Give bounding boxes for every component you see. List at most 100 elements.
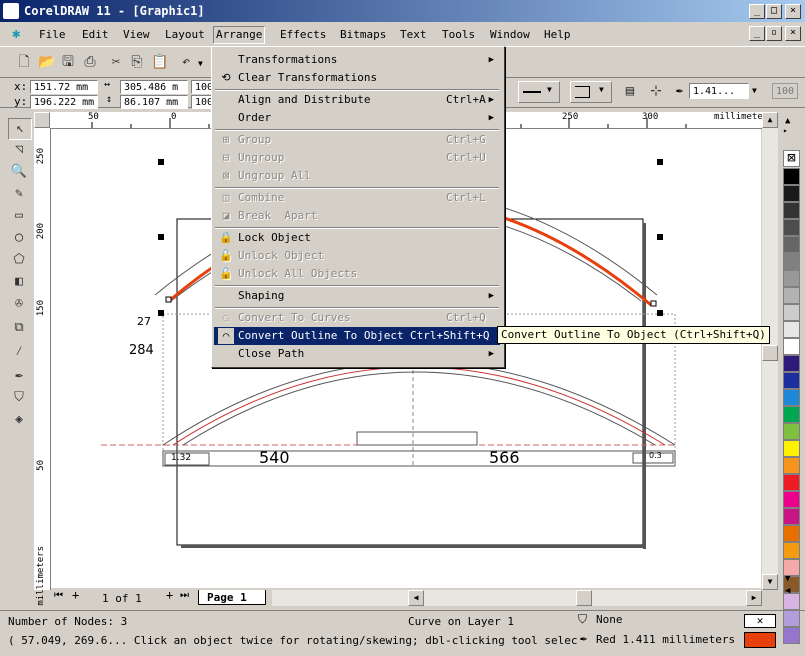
menu-lock-object[interactable]: 🔒 Lock Object <box>214 229 500 247</box>
menu-clear-transformations[interactable]: ⟲ Clear Transformations <box>214 69 500 87</box>
color-swatch[interactable] <box>783 236 800 253</box>
ellipse-tool-icon[interactable]: ◯ <box>8 228 30 248</box>
zoom-field[interactable]: 100 <box>772 83 798 99</box>
scroll-up-icon[interactable]: ▲ <box>762 112 778 128</box>
close-icon[interactable]: × <box>785 4 801 19</box>
scroll-thumb[interactable] <box>762 345 778 361</box>
page-tab[interactable]: Page 1 <box>198 590 266 605</box>
wrap-text-icon[interactable]: ▤ <box>620 81 640 101</box>
palette-menu-icon[interactable]: ▸ <box>783 126 800 138</box>
x-position-field[interactable]: 151.72 mm <box>30 80 98 94</box>
menu-help[interactable]: Help <box>542 27 573 43</box>
color-swatch[interactable] <box>783 253 800 270</box>
menu-layout[interactable]: Layout <box>163 27 207 43</box>
menu-group[interactable]: ⊞ Group Ctrl+G <box>214 131 500 149</box>
color-swatch[interactable] <box>783 185 800 202</box>
pick-tool-icon[interactable]: ↖ <box>8 118 32 140</box>
menu-file[interactable]: File <box>37 27 68 43</box>
color-swatch[interactable] <box>783 457 800 474</box>
horizontal-scrollbar[interactable]: ◀ ▶ <box>272 590 762 606</box>
menu-text[interactable]: Text <box>398 27 429 43</box>
fill-none-swatch[interactable]: ✕ <box>744 614 776 628</box>
ruler-origin[interactable] <box>34 112 50 128</box>
add-page-after-icon[interactable]: + <box>166 588 173 602</box>
fill-tool-icon[interactable]: ⛉ <box>8 388 30 408</box>
save-icon[interactable]: 🖫 <box>58 52 78 72</box>
no-color-swatch[interactable]: ⊠ <box>783 150 800 167</box>
undo-dropdown-icon[interactable]: ▼ <box>198 59 203 68</box>
outline-tool-icon[interactable]: ✒ <box>8 366 30 386</box>
menu-ungroup-all[interactable]: ⊠ Ungroup All <box>214 167 500 185</box>
eyedropper-tool-icon[interactable]: ⁄ <box>8 342 30 362</box>
undo-icon[interactable]: ↶ <box>176 52 196 72</box>
color-swatch[interactable] <box>783 491 800 508</box>
color-swatch[interactable] <box>783 219 800 236</box>
text-tool-icon[interactable]: ✇ <box>8 294 30 314</box>
menu-align-distribute[interactable]: Align and Distribute Ctrl+A ▶ <box>214 91 500 109</box>
freehand-tool-icon[interactable]: ✎ <box>8 184 30 204</box>
menu-effects[interactable]: Effects <box>278 27 328 43</box>
cut-icon[interactable]: ✂ <box>106 52 126 72</box>
doc-minimize-icon[interactable]: _ <box>749 26 765 41</box>
color-swatch[interactable] <box>783 423 800 440</box>
menu-convert-outline-to-object[interactable]: ⌒ Convert Outline To Object Ctrl+Shift+Q <box>214 327 500 345</box>
print-icon[interactable]: ⎙ <box>80 52 100 72</box>
doc-restore-icon[interactable]: ▫ <box>766 26 782 41</box>
basic-shapes-tool-icon[interactable]: ◧ <box>8 272 30 292</box>
color-swatch[interactable] <box>783 168 800 185</box>
menu-break-apart[interactable]: ◪ Break Apart <box>214 207 500 225</box>
document-icon[interactable]: ✱ <box>12 26 20 42</box>
menu-convert-to-curves[interactable]: ◌ Convert To Curves Ctrl+Q <box>214 309 500 327</box>
interactive-blend-tool-icon[interactable]: ⧉ <box>8 318 30 338</box>
scale-x-field[interactable]: 100 <box>191 80 213 94</box>
scroll-thumb[interactable] <box>576 590 592 606</box>
scroll-left-icon[interactable]: ◀ <box>408 590 424 606</box>
palette-scroll-down-icon[interactable]: ▼ <box>785 574 790 584</box>
first-page-icon[interactable]: ⏮ <box>54 590 63 601</box>
rectangle-tool-icon[interactable]: ▭ <box>8 206 30 226</box>
open-icon[interactable]: 📂 <box>37 52 57 72</box>
vertical-ruler[interactable]: 250 200 150 50 millimeters <box>34 128 51 606</box>
color-swatch[interactable] <box>783 525 800 542</box>
color-swatch[interactable] <box>783 389 800 406</box>
scroll-right-icon[interactable]: ▶ <box>746 590 762 606</box>
vertical-scrollbar[interactable]: ▲ ▼ <box>762 112 778 590</box>
shape-tool-icon[interactable]: ◹ <box>8 140 30 160</box>
menu-window[interactable]: Window <box>488 27 532 43</box>
outline-width-field[interactable]: 1.41... <box>689 83 749 99</box>
menu-edit[interactable]: Edit <box>80 27 111 43</box>
outline-color-swatch[interactable] <box>744 632 776 648</box>
palette-scroll-up-icon[interactable]: ▲ <box>785 116 790 126</box>
zoom-tool-icon[interactable]: 🔍 <box>8 162 30 182</box>
polygon-tool-icon[interactable]: ⬠ <box>8 250 30 270</box>
menu-unlock-all-objects[interactable]: 🔓 Unlock All Objects <box>214 265 500 283</box>
color-swatch[interactable] <box>783 304 800 321</box>
menu-unlock-object[interactable]: 🔓 Unlock Object <box>214 247 500 265</box>
y-position-field[interactable]: 196.222 mm <box>30 95 98 109</box>
copy-icon[interactable]: ⎘ <box>127 52 147 72</box>
menu-order[interactable]: Order ▶ <box>214 109 500 127</box>
convert-outline-toolbar-icon[interactable]: ⊹ <box>646 81 666 101</box>
menu-arrange[interactable]: Arrange <box>213 26 266 44</box>
arrowhead-picker[interactable]: ▼ <box>570 81 612 103</box>
menu-transformations[interactable]: Transformations ▶ <box>214 51 500 69</box>
menu-tools[interactable]: Tools <box>440 27 477 43</box>
color-swatch[interactable] <box>783 474 800 491</box>
menu-combine[interactable]: ◫ Combine Ctrl+L <box>214 189 500 207</box>
height-field[interactable]: 86.107 mm <box>120 95 188 109</box>
minimize-icon[interactable]: _ <box>749 4 765 19</box>
color-swatch[interactable] <box>783 355 800 372</box>
menu-ungroup[interactable]: ⊟ Ungroup Ctrl+U <box>214 149 500 167</box>
maximize-icon[interactable]: □ <box>766 4 782 19</box>
scale-y-field[interactable]: 100 <box>191 95 213 109</box>
color-swatch[interactable] <box>783 372 800 389</box>
color-swatch[interactable] <box>783 338 800 355</box>
interactive-fill-tool-icon[interactable]: ◈ <box>8 410 30 430</box>
color-swatch[interactable] <box>783 542 800 559</box>
paste-icon[interactable]: 📋 <box>150 52 170 72</box>
palette-expand-icon[interactable]: ◀ <box>785 586 790 596</box>
last-page-icon[interactable]: ⏭ <box>180 590 189 601</box>
coreldraw-app-icon[interactable] <box>3 3 19 19</box>
doc-close-icon[interactable]: × <box>785 26 801 41</box>
menu-close-path[interactable]: Close Path ▶ <box>214 345 500 363</box>
